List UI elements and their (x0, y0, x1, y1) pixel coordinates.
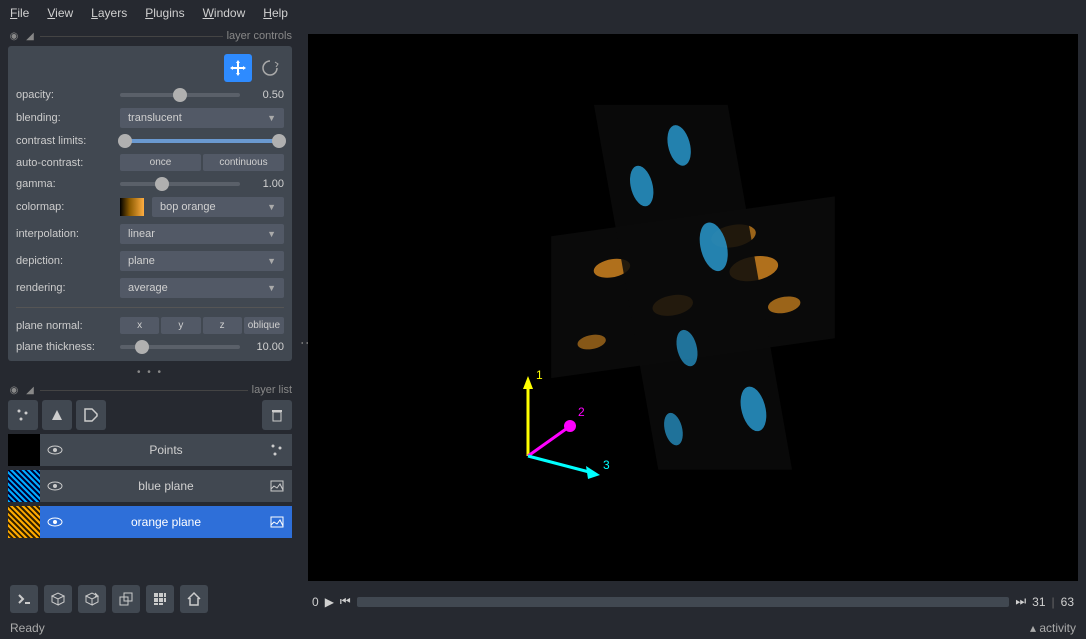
image-icon (262, 470, 292, 502)
blending-label: blending: (16, 112, 112, 124)
visibility-toggle[interactable] (40, 506, 70, 538)
colormap-swatch (120, 198, 144, 216)
status-ready: Ready (10, 621, 45, 635)
chevron-down-icon: ▼ (267, 229, 276, 239)
transform-button[interactable] (256, 54, 284, 82)
layer-item-orange-plane[interactable]: orange plane (8, 506, 292, 538)
plane-normal-z-button[interactable]: z (203, 317, 242, 334)
menu-plugins[interactable]: Plugins (145, 6, 184, 20)
step-forward-button[interactable]: ⏭ (1015, 594, 1026, 609)
layer-name[interactable]: Points (70, 434, 262, 466)
svg-text:1: 1 (536, 368, 543, 382)
layer-controls-panel: opacity: 0.50 blending: translucent▼ con… (8, 46, 292, 361)
popout-icon[interactable]: ◢ (24, 30, 36, 42)
interpolation-select[interactable]: linear▼ (120, 224, 284, 244)
opacity-value: 0.50 (248, 89, 284, 101)
plane-normal-label: plane normal: (16, 320, 112, 332)
pan-zoom-button[interactable] (224, 54, 252, 82)
depiction-select[interactable]: plane▼ (120, 251, 284, 271)
new-labels-button[interactable] (76, 400, 106, 430)
dimension-slider-row: 0 ▶ ⏮ ⏭ 31 | 63 (308, 594, 1078, 609)
plane-thickness-value: 10.00 (248, 341, 284, 353)
chevron-down-icon: ▼ (267, 256, 276, 266)
interpolation-label: interpolation: (16, 228, 112, 240)
opacity-label: opacity: (16, 89, 112, 101)
gamma-label: gamma: (16, 178, 112, 190)
colormap-label: colormap: (16, 201, 112, 213)
plane-thickness-slider[interactable] (120, 345, 240, 349)
plane-normal-x-button[interactable]: x (120, 317, 159, 334)
axis-indicator: 1 2 3 (498, 361, 618, 481)
chevron-down-icon: ▼ (267, 113, 276, 123)
svg-text:2: 2 (578, 405, 585, 419)
layer-thumbnail (8, 434, 40, 466)
rendering-label: rendering: (16, 282, 112, 294)
layer-list-header: ◉ ◢ layer list (8, 384, 292, 396)
ndisplay-button[interactable] (44, 585, 72, 613)
menu-view[interactable]: View (47, 6, 73, 20)
chevron-down-icon: ▼ (267, 202, 276, 212)
transpose-button[interactable] (112, 585, 140, 613)
menu-window[interactable]: Window (203, 6, 246, 20)
contrast-limits-label: contrast limits: (16, 135, 112, 147)
gamma-slider[interactable] (120, 182, 240, 186)
panel-resize-handle[interactable]: • • • (8, 365, 292, 380)
rendering-select[interactable]: average▼ (120, 278, 284, 298)
points-icon (262, 434, 292, 466)
eye-icon[interactable]: ◉ (8, 30, 20, 42)
console-button[interactable] (10, 585, 38, 613)
depiction-label: depiction: (16, 255, 112, 267)
roll-dims-button[interactable] (78, 585, 106, 613)
grid-button[interactable] (146, 585, 174, 613)
activity-toggle[interactable]: ▴ activity (1030, 621, 1076, 635)
auto-contrast-continuous-button[interactable]: continuous (203, 154, 284, 171)
layer-item-blue-plane[interactable]: blue plane (8, 470, 292, 502)
menu-layers[interactable]: Layers (91, 6, 127, 20)
layer-name[interactable]: blue plane (70, 470, 262, 502)
plane-normal-oblique-button[interactable]: oblique (244, 317, 284, 334)
dim-current: 0 (312, 595, 319, 609)
menu-bar: File View Layers Plugins Window Help (0, 0, 1086, 26)
contrast-limits-slider[interactable] (120, 139, 284, 143)
visibility-toggle[interactable] (40, 434, 70, 466)
render-view (308, 34, 1078, 581)
layer-item-points[interactable]: Points (8, 434, 292, 466)
delete-layer-button[interactable] (262, 400, 292, 430)
gamma-value: 1.00 (248, 178, 284, 190)
auto-contrast-label: auto-contrast: (16, 157, 112, 169)
visibility-toggle[interactable] (40, 470, 70, 502)
opacity-slider[interactable] (120, 93, 240, 97)
new-points-button[interactable] (8, 400, 38, 430)
new-shapes-button[interactable] (42, 400, 72, 430)
dim-max: 63 (1061, 595, 1074, 609)
menu-help[interactable]: Help (263, 6, 288, 20)
plane-thickness-label: plane thickness: (16, 341, 112, 353)
layer-name[interactable]: orange plane (70, 506, 262, 538)
image-icon (262, 506, 292, 538)
menu-file[interactable]: File (10, 6, 29, 20)
layer-thumbnail (8, 506, 40, 538)
dim-position: 31 (1032, 595, 1045, 609)
auto-contrast-once-button[interactable]: once (120, 154, 201, 171)
popout-icon[interactable]: ◢ (24, 384, 36, 396)
colormap-select[interactable]: bop orange▼ (152, 197, 284, 217)
layer-thumbnail (8, 470, 40, 502)
plane-normal-y-button[interactable]: y (161, 317, 200, 334)
viewer-canvas[interactable]: 1 2 3 0 ▶ ⏮ ⏭ 31 | 63 (308, 34, 1078, 581)
play-button[interactable]: ▶ (325, 595, 334, 609)
home-button[interactable] (180, 585, 208, 613)
svg-text:3: 3 (603, 458, 610, 472)
step-back-button[interactable]: ⏮ (340, 594, 351, 609)
blending-select[interactable]: translucent▼ (120, 108, 284, 128)
chevron-down-icon: ▼ (267, 283, 276, 293)
eye-icon[interactable]: ◉ (8, 384, 20, 396)
layer-controls-header: ◉ ◢ layer controls (8, 30, 292, 42)
status-bar: Ready ▴ activity (0, 617, 1086, 639)
dim-slider[interactable] (357, 597, 1010, 607)
